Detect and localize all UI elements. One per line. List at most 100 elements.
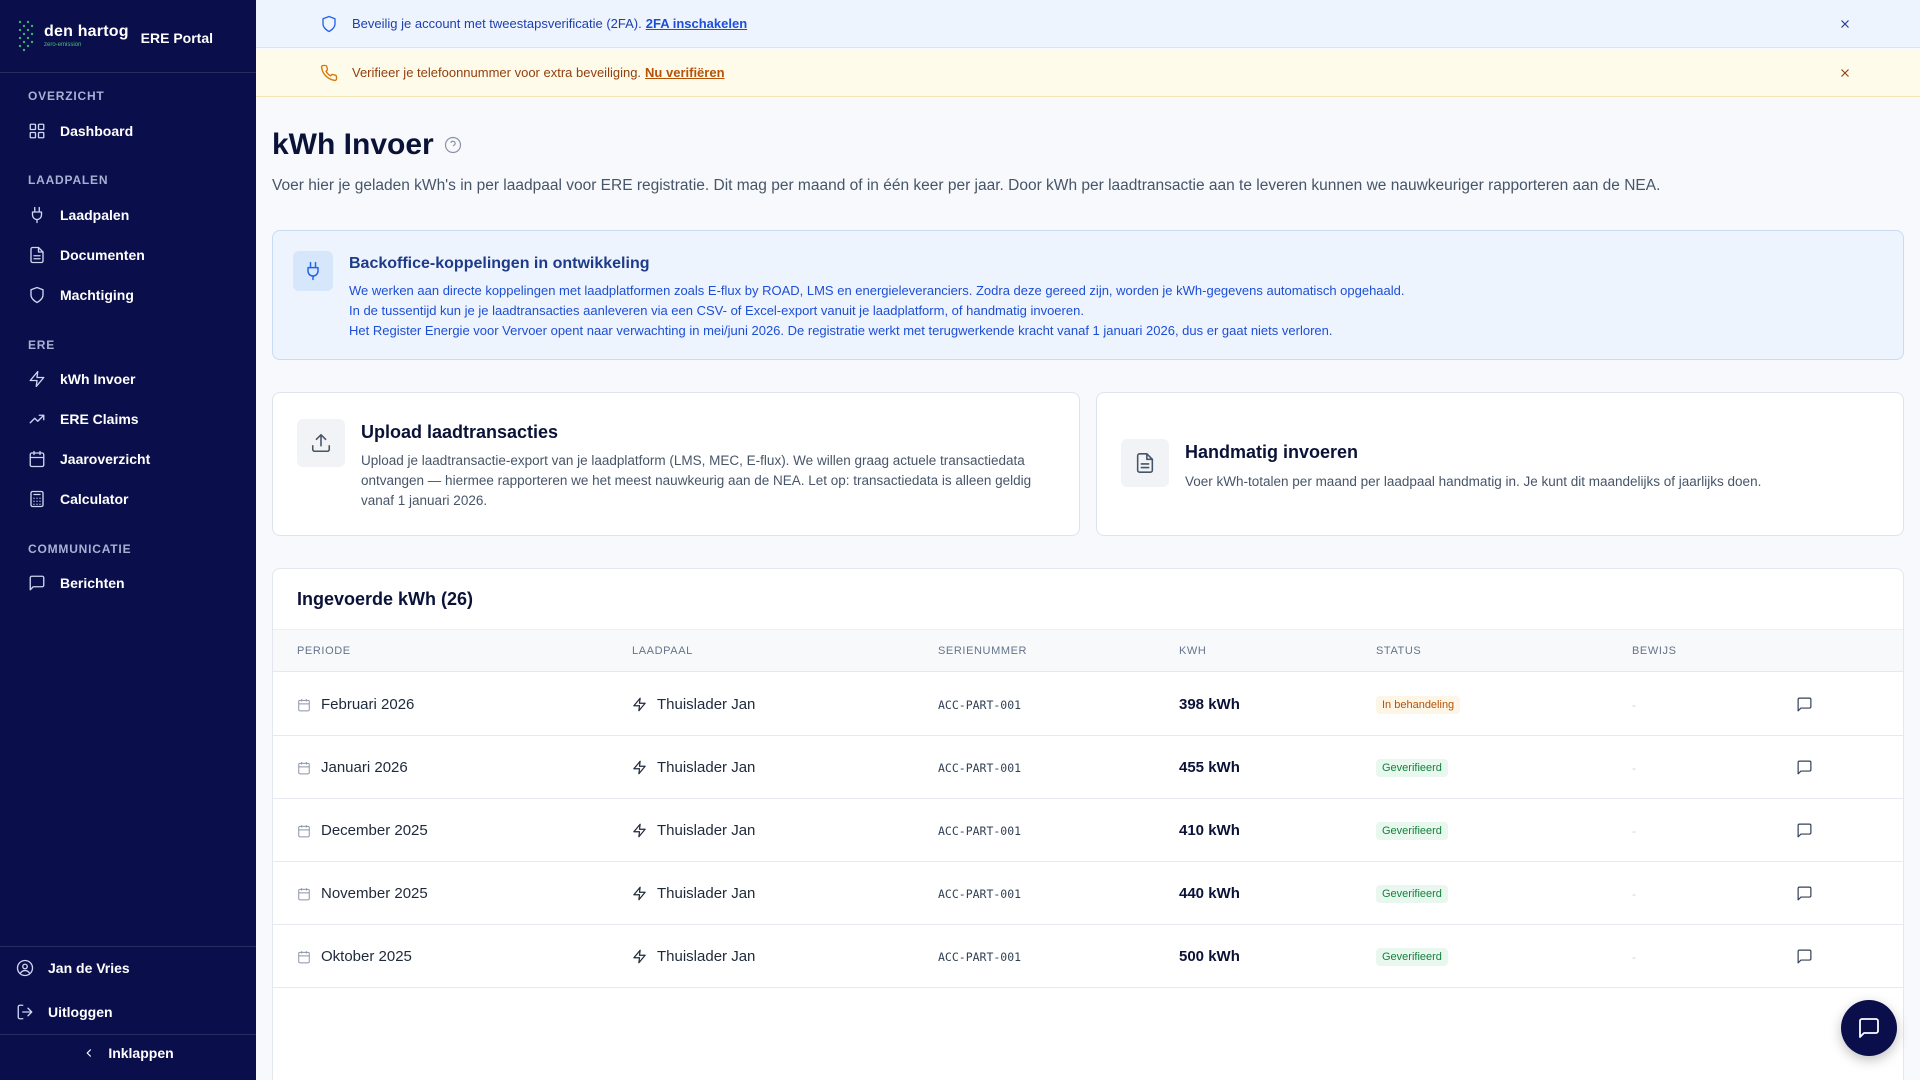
logout-label: Uitloggen xyxy=(48,1004,113,1020)
table-row[interactable]: Januari 2026 Thuislader Jan ACC-PART-001… xyxy=(273,736,1903,799)
sidebar: den hartog zero-emission ERE Portal OVER… xyxy=(0,0,256,1080)
sidebar-item-documenten[interactable]: Documenten xyxy=(28,243,145,267)
close-2fa-banner-button[interactable] xyxy=(1838,17,1852,31)
laadpaal-cell: Thuislader Jan xyxy=(632,736,755,799)
status-badge: Geverifieerd xyxy=(1376,758,1448,777)
verify-phone-link[interactable]: Nu verifiëren xyxy=(645,65,724,80)
sidebar-item-calculator[interactable]: Calculator xyxy=(28,487,128,511)
sidebar-item-machtiging[interactable]: Machtiging xyxy=(28,283,134,307)
sidebar-item-dashboard[interactable]: Dashboard xyxy=(28,119,133,143)
sidebar-item-label: Dashboard xyxy=(60,123,134,139)
info-title: Backoffice-koppelingen in ontwikkeling xyxy=(349,255,650,272)
manual-card-title: Handmatig invoeren xyxy=(1185,442,1359,462)
help-icon[interactable] xyxy=(444,136,462,154)
collapse-label: Inklappen xyxy=(108,1044,174,1061)
laadpaal-cell: Thuislader Jan xyxy=(632,925,755,988)
message-icon xyxy=(29,575,45,591)
upload-transactions-card[interactable]: Upload laadtransacties Upload je laadtra… xyxy=(272,392,1080,536)
periode-text: Oktober 2025 xyxy=(321,948,412,965)
column-header-serienummer: SERIENUMMER xyxy=(938,645,1028,657)
upload-card-description: vanaf 1 januari 2026. xyxy=(361,493,488,508)
table-row[interactable]: November 2025 Thuislader Jan ACC-PART-00… xyxy=(273,862,1903,925)
laadpaal-text: Thuislader Jan xyxy=(657,696,756,713)
nav-section-communicatie: COMMUNICATIE xyxy=(28,542,132,556)
twofa-banner: Beveilig je account met tweestapsverific… xyxy=(256,0,1920,48)
laadpaal-text: Thuislader Jan xyxy=(657,948,756,965)
status-badge: Geverifieerd xyxy=(1376,821,1448,840)
comment-button[interactable] xyxy=(1796,673,1813,736)
serienummer-cell: ACC-PART-001 xyxy=(938,886,1022,901)
laadpaal-cell: Thuislader Jan xyxy=(632,862,755,925)
chat-button[interactable] xyxy=(1841,1000,1897,1056)
sidebar-item-label: ERE Claims xyxy=(60,411,139,427)
kwh-cell: 455 kWh xyxy=(1179,759,1240,776)
sidebar-item-ere-claims[interactable]: ERE Claims xyxy=(28,407,139,431)
sidebar-item-label: Documenten xyxy=(60,247,145,263)
calendar-icon xyxy=(298,887,310,900)
nav-section-overzicht: OVERZICHT xyxy=(28,89,105,103)
table-row[interactable]: Februari 2026 Thuislader Jan ACC-PART-00… xyxy=(273,673,1903,736)
plug-icon xyxy=(31,206,43,224)
info-line: We werken aan directe koppelingen met la… xyxy=(349,283,1405,298)
user-profile[interactable]: Jan de Vries xyxy=(16,959,130,977)
comment-button[interactable] xyxy=(1796,925,1813,988)
laadpaal-text: Thuislader Jan xyxy=(657,759,756,776)
message-icon xyxy=(1797,949,1812,964)
phone-verify-banner: Verifieer je telefoonnummer voor extra b… xyxy=(256,49,1920,97)
sidebar-item-label: kWh Invoer xyxy=(60,371,136,387)
kwh-cell: 398 kWh xyxy=(1179,696,1240,713)
table-row[interactable]: December 2025 Thuislader Jan ACC-PART-00… xyxy=(273,799,1903,862)
close-phone-banner-button[interactable] xyxy=(1838,66,1852,80)
periode-cell: Januari 2026 xyxy=(297,736,408,799)
laadpaal-cell: Thuislader Jan xyxy=(632,799,755,862)
page-title: kWh Invoer xyxy=(272,128,462,162)
bolt-icon xyxy=(633,760,646,775)
calendar-icon xyxy=(298,761,310,774)
page-description: Voer hier je geladen kWh's in per laadpa… xyxy=(272,177,1661,194)
plug-icon xyxy=(307,261,319,281)
calendar-icon xyxy=(29,450,45,468)
message-icon xyxy=(1797,823,1812,838)
periode-cell: November 2025 xyxy=(297,862,428,925)
status-cell: In behandeling xyxy=(1376,673,1461,736)
kwh-entries-table: Ingevoerde kWh (26) PERIODE LAADPAAL SER… xyxy=(272,568,1904,1080)
periode-cell: December 2025 xyxy=(297,799,428,862)
serienummer-cell: ACC-PART-001 xyxy=(938,823,1022,838)
sidebar-item-laadpalen[interactable]: Laadpalen xyxy=(28,203,129,227)
column-header-periode: PERIODE xyxy=(297,645,351,657)
calculator-icon xyxy=(30,490,44,508)
close-icon xyxy=(1841,68,1849,77)
sidebar-item-berichten[interactable]: Berichten xyxy=(28,571,125,595)
sidebar-footer: Jan de Vries Uitloggen Inklappen xyxy=(0,946,256,1080)
logout-button[interactable]: Uitloggen xyxy=(16,1003,113,1021)
brand[interactable]: den hartog zero-emission ERE Portal xyxy=(0,0,256,73)
sidebar-item-kwh-invoer[interactable]: kWh Invoer xyxy=(28,367,135,391)
status-cell: Geverifieerd xyxy=(1376,862,1448,925)
table-row[interactable]: Oktober 2025 Thuislader Jan ACC-PART-001… xyxy=(273,925,1903,988)
upload-icon-wrapper xyxy=(297,419,345,467)
enable-2fa-link[interactable]: 2FA inschakelen xyxy=(646,16,747,31)
column-header-kwh: KWH xyxy=(1179,645,1207,657)
phone-icon xyxy=(320,64,338,81)
collapse-sidebar-button[interactable]: Inklappen xyxy=(0,1034,256,1070)
user-circle-icon xyxy=(16,959,34,977)
status-badge: Geverifieerd xyxy=(1376,947,1448,966)
manual-entry-card[interactable]: Handmatig invoeren Voer kWh-totalen per … xyxy=(1096,392,1904,536)
shield-icon xyxy=(30,286,44,304)
info-line: Het Register Energie voor Vervoer opent … xyxy=(349,323,1333,338)
status-badge: Geverifieerd xyxy=(1376,884,1448,903)
comment-button[interactable] xyxy=(1796,736,1813,799)
column-header-status: STATUS xyxy=(1376,645,1422,657)
bewijs-cell: - xyxy=(1632,697,1636,712)
sidebar-item-jaaroverzicht[interactable]: Jaaroverzicht xyxy=(28,447,150,471)
comment-button[interactable] xyxy=(1796,862,1813,925)
bolt-icon xyxy=(29,370,45,388)
upload-card-description: Upload je laadtransactie-export van je l… xyxy=(361,453,1025,468)
sidebar-item-label: Berichten xyxy=(60,575,125,591)
brand-tagline: zero-emission xyxy=(44,42,82,48)
comment-button[interactable] xyxy=(1796,799,1813,862)
sidebar-item-label: Machtiging xyxy=(60,287,134,303)
status-cell: Geverifieerd xyxy=(1376,799,1448,862)
grid-icon xyxy=(29,123,45,139)
trending-up-icon xyxy=(29,414,45,424)
